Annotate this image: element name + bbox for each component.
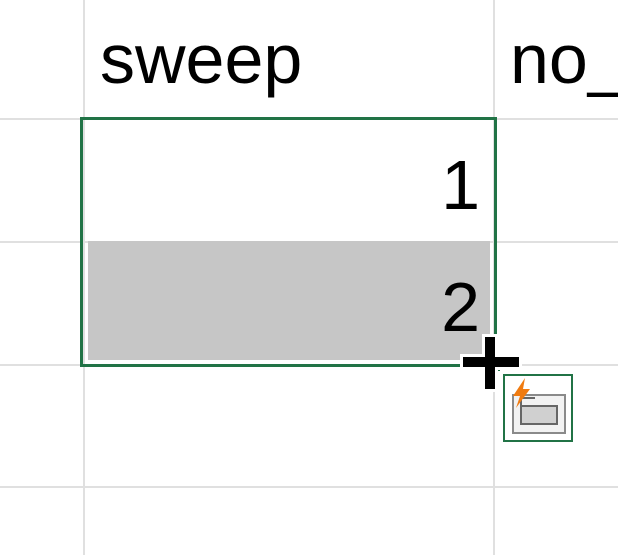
auto-fill-options-button[interactable] (503, 374, 573, 442)
selection-border (80, 117, 497, 367)
cell-a1[interactable] (0, 0, 83, 118)
auto-fill-options-icon (512, 378, 566, 434)
spreadsheet-grid: sweep no_ 1 2 (0, 0, 618, 555)
row-gridline (0, 486, 618, 488)
cell-header-no[interactable]: no_ (510, 24, 618, 104)
cell-a2[interactable] (0, 120, 83, 241)
cell-header-sweep[interactable]: sweep (100, 24, 490, 104)
cell-c2[interactable] (495, 120, 618, 241)
cell-a4[interactable] (0, 366, 83, 486)
cell-a3[interactable] (0, 243, 83, 364)
